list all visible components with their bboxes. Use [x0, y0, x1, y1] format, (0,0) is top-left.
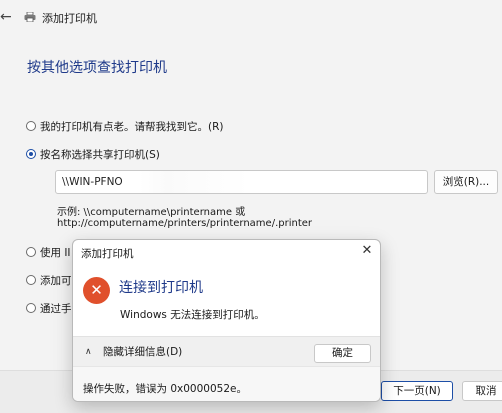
- option-shared-by-name[interactable]: 按名称选择共享打印机(S): [26, 145, 160, 163]
- dialog-message: Windows 无法连接到打印机。: [120, 309, 265, 321]
- chevron-up-icon: ∧: [85, 346, 92, 357]
- option-label: 使用 II: [40, 246, 71, 259]
- option-bluetooth[interactable]: 添加可: [26, 271, 72, 289]
- example-text-line2: http://computername/printers/printername…: [57, 218, 313, 229]
- option-label: 按名称选择共享打印机(S): [40, 148, 160, 161]
- option-old-printer[interactable]: 我的打印机有点老。请帮我找到它。(R): [26, 117, 224, 135]
- dialog-title: 添加打印机: [81, 248, 134, 260]
- back-arrow-icon[interactable]: ←: [0, 9, 16, 25]
- radio-button-selected[interactable]: [26, 149, 36, 159]
- error-icon: ✕: [83, 277, 110, 304]
- example-text-line1: 示例: \\computername\printername 或: [57, 207, 246, 218]
- radio-button[interactable]: [26, 275, 36, 285]
- option-tcpip[interactable]: 使用 II: [26, 243, 71, 261]
- printer-icon: [24, 12, 36, 22]
- option-label: 我的打印机有点老。请帮我找到它。(R): [40, 120, 224, 133]
- ok-button[interactable]: 确定: [314, 344, 371, 363]
- option-label: 添加可: [40, 274, 72, 287]
- radio-button[interactable]: [26, 121, 36, 131]
- option-label: 通过手: [40, 302, 72, 315]
- close-icon[interactable]: ✕: [360, 244, 374, 258]
- cancel-button[interactable]: 取消: [462, 381, 502, 401]
- dialog-heading: 连接到打印机: [119, 280, 203, 296]
- radio-button[interactable]: [26, 303, 36, 313]
- option-manual[interactable]: 通过手: [26, 299, 72, 317]
- blurred-region: [140, 171, 360, 193]
- browse-button[interactable]: 浏览(R)...: [434, 170, 498, 194]
- details-toggle[interactable]: ∧ 隐藏详细信息(D): [85, 344, 182, 359]
- error-dialog: 添加打印机 ✕ ✕ 连接到打印机 Windows 无法连接到打印机。 ∧ 隐藏详…: [72, 239, 381, 402]
- window-title: 添加打印机: [42, 12, 97, 25]
- page-heading: 按其他选项查找打印机: [27, 60, 167, 76]
- radio-button[interactable]: [26, 247, 36, 257]
- details-toggle-label: 隐藏详细信息(D): [103, 346, 183, 358]
- error-detail-text: 操作失败，错误为 0x0000052e。: [83, 383, 247, 395]
- next-button[interactable]: 下一页(N): [381, 381, 453, 401]
